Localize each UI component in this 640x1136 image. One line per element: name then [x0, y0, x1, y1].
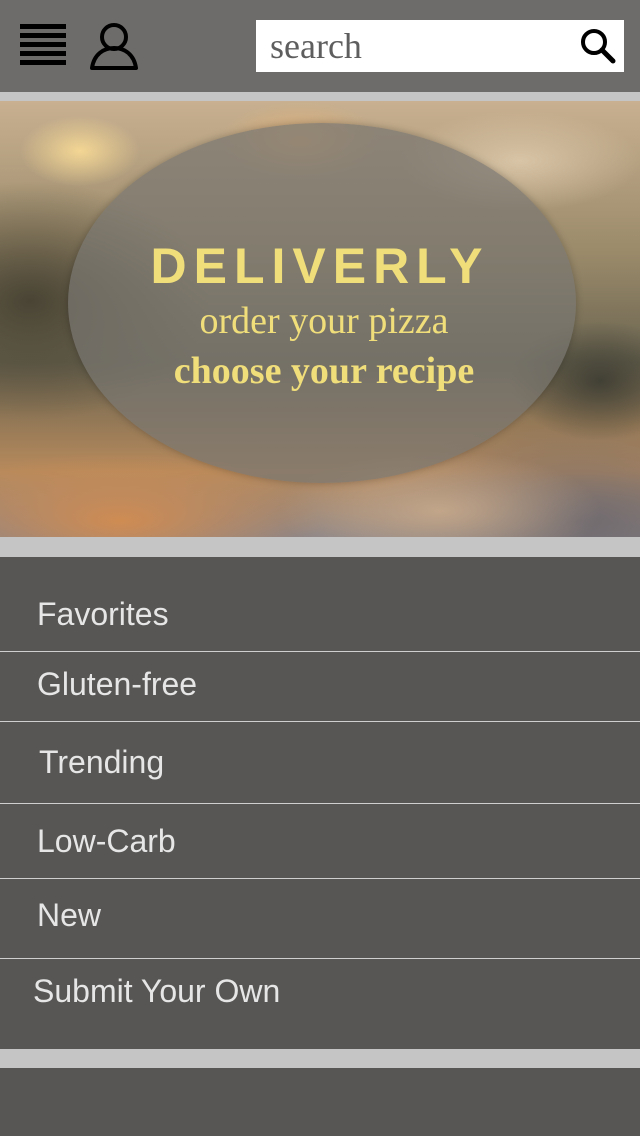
header-divider	[0, 92, 640, 101]
search-box	[256, 20, 624, 72]
list-item-label: Gluten-free	[37, 666, 198, 702]
list-item-low-carb[interactable]: Low-Carb	[0, 804, 640, 879]
magnifier-icon[interactable]	[580, 28, 616, 64]
search-input[interactable]	[256, 20, 566, 72]
brand-title: DELIVERLY	[150, 238, 490, 294]
list-item-new[interactable]: New	[0, 879, 640, 959]
list-item-trending[interactable]: Trending	[0, 722, 640, 804]
list-item-label: Low-Carb	[37, 823, 176, 859]
list-item-favorites[interactable]: Favorites	[0, 557, 640, 652]
list-item-submit-your-own[interactable]: Submit Your Own	[0, 959, 640, 1049]
hero-divider	[0, 537, 640, 557]
list-item-label: Trending	[39, 744, 165, 780]
top-bar	[0, 0, 640, 92]
hero-tagline-secondary: choose your recipe	[173, 350, 475, 392]
app-screen: DELIVERLY order your pizza choose your r…	[0, 0, 640, 1136]
footer-divider	[0, 1049, 640, 1068]
list-item-gluten-free[interactable]: Gluten-free	[0, 652, 640, 722]
list-item-label: Favorites	[37, 596, 169, 632]
hero-banner: DELIVERLY order your pizza choose your r…	[0, 101, 640, 537]
list-item-label: Submit Your Own	[33, 973, 281, 1009]
user-profile-icon[interactable]	[88, 20, 140, 72]
footer-bar	[0, 1068, 640, 1136]
category-list: Favorites Gluten-free Trending Low-Carb …	[0, 557, 640, 1049]
hamburger-menu-icon[interactable]	[20, 22, 68, 70]
list-item-label: New	[37, 897, 102, 933]
hero-tagline-primary: order your pizza	[199, 300, 449, 342]
